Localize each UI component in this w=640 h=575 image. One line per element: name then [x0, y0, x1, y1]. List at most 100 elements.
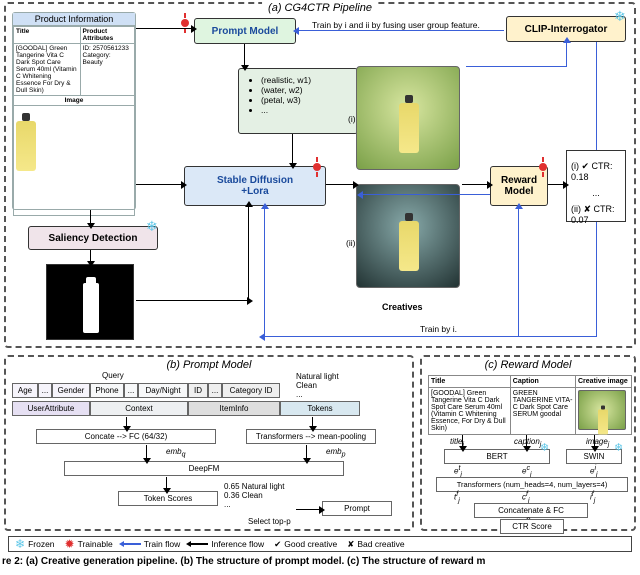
- legend: ❄Frozen ✹Trainable Train flow Inference …: [8, 536, 632, 552]
- panel-c-title: (c) Reward Model: [422, 357, 634, 371]
- creative-ii: [356, 184, 460, 288]
- train-arrow: [566, 42, 567, 67]
- prompt-item: (petal, w3): [261, 95, 347, 105]
- inference-arrow-icon: [190, 543, 208, 545]
- pi-image-cell: [14, 106, 135, 216]
- creative-i: [356, 66, 460, 170]
- legend-train: Train flow: [144, 539, 181, 549]
- arrow: [312, 417, 313, 427]
- pi-attr-cat: Category: Beauty: [83, 52, 132, 66]
- hdr-id: ID: [188, 383, 208, 398]
- c-caption-text: GREEN TANGERINE VITA-C Dark Spot Care SE…: [510, 388, 575, 435]
- creative-ii-tag: (ii): [346, 238, 355, 248]
- hdr-dots: ...: [38, 383, 52, 398]
- group-userattr: UserAttribute: [12, 401, 90, 416]
- select-topp: Select top-p: [248, 517, 291, 526]
- pi-attr-id: ID: 2570561233: [83, 45, 132, 52]
- arrow: [146, 445, 147, 459]
- c-title-text: [GOODAL] Green Tangerine Vita C Dark Spo…: [429, 388, 511, 435]
- pi-image-label: Image: [14, 96, 135, 106]
- group-context: Context: [90, 401, 188, 416]
- train-arrow: [466, 66, 566, 67]
- sun-icon: ✹: [65, 537, 75, 551]
- creative-i-tag: (i): [348, 114, 356, 124]
- sd-label2: +Lora: [241, 186, 269, 197]
- snowflake-icon: ❄: [15, 537, 25, 551]
- arrow: [90, 250, 91, 262]
- c-transformers-box: Transformers (num_heads=4, num_layers=4): [436, 477, 628, 492]
- panel-b-prompt-model: (b) Prompt Model Query Age ... Gender Ph…: [4, 355, 414, 531]
- bottle-icon: [16, 113, 36, 171]
- prompt-item: (water, w2): [261, 85, 347, 95]
- hdr-age: Age: [12, 383, 38, 398]
- hdr-gender: Gender: [52, 383, 90, 398]
- hdr-dots: ...: [124, 383, 138, 398]
- arrow: [166, 477, 167, 489]
- trainable-icon: [310, 160, 324, 174]
- train-arrow: [362, 194, 490, 195]
- reward-label1: Reward: [501, 175, 537, 186]
- pi-col-attr: Product Attributes: [80, 27, 134, 44]
- arrow: [136, 300, 248, 301]
- arrow: [548, 184, 564, 185]
- train-arrow: [298, 30, 504, 31]
- c-col-caption: Caption: [510, 376, 575, 388]
- reward-label2: Model: [505, 186, 534, 197]
- train-arrow: [596, 42, 597, 150]
- hdr-dots: ...: [208, 383, 222, 398]
- prompt-list-box: (realistic, w1) (water, w2) (petal, w3) …: [238, 68, 358, 134]
- snowflake-icon: ❄: [146, 218, 158, 235]
- query-label: Query: [102, 371, 124, 380]
- embp-label: embp: [326, 447, 345, 459]
- arrow: [136, 184, 182, 185]
- c-fi: ifj: [590, 491, 595, 504]
- snowflake-icon: ❄: [614, 441, 623, 454]
- c-ft: tfj: [454, 491, 460, 504]
- legend-inference: Inference flow: [211, 539, 264, 549]
- arrow: [462, 435, 463, 447]
- snowflake-icon: ❄: [540, 441, 549, 454]
- stable-diffusion-box: Stable Diffusion +Lora: [184, 166, 326, 206]
- arrow: [248, 206, 249, 207]
- saliency-mask: [46, 264, 134, 340]
- train-note: Train by i and ii by fusing user group f…: [312, 20, 480, 30]
- train-arrow: [596, 222, 597, 336]
- trainable-icon: [536, 160, 550, 174]
- prompt-box: Prompt: [322, 501, 392, 516]
- train-arrow-icon: [123, 543, 141, 545]
- legend-good: Good creative: [284, 539, 337, 549]
- arrow: [594, 435, 595, 447]
- train-arrow: [264, 336, 597, 337]
- panel-a-pipeline: (a) CG4CTR Pipeline Product Information …: [4, 2, 636, 348]
- arrow: [326, 184, 354, 185]
- score-i: (i) ✔ CTR: 0.18: [571, 161, 621, 182]
- reward-input-table: Title Caption Creative image [GOODAL] Gr…: [428, 375, 632, 435]
- arrow: [136, 28, 192, 29]
- arrow: [526, 435, 527, 447]
- group-tokens: Tokens: [280, 401, 360, 416]
- legend-frozen: Frozen: [28, 539, 54, 549]
- panel-b-title: (b) Prompt Model: [6, 357, 412, 371]
- arrow: [462, 184, 488, 185]
- pi-col-title: Title: [14, 27, 81, 44]
- arrow: [90, 210, 91, 224]
- tok-side: ...: [296, 391, 339, 400]
- c-image: [576, 388, 632, 435]
- arrow: [292, 134, 293, 164]
- prompt-model-box: Prompt Model: [194, 18, 296, 44]
- embq-label: embq: [166, 447, 185, 459]
- hdr-daynight: Day/Night: [138, 383, 188, 398]
- prompt-item: ...: [261, 105, 347, 115]
- pi-title-text: [GOODAL] Green Tangerine Vita C Dark Spo…: [14, 44, 81, 96]
- arrow: [244, 44, 245, 66]
- panel-a-title: (a) CG4CTR Pipeline: [262, 2, 378, 14]
- hdr-catid: Category ID: [222, 383, 280, 398]
- figure-caption: re 2: (a) Creative generation pipeline. …: [2, 556, 485, 567]
- check-icon: ✔: [274, 539, 281, 550]
- saliency-box: Saliency Detection: [28, 226, 158, 250]
- train-arrow: [518, 208, 519, 337]
- train-arrow: [264, 208, 265, 337]
- ctr-score-box: (i) ✔ CTR: 0.18 ... (ii) ✘ CTR: 0.07: [566, 150, 626, 222]
- score-line: ...: [224, 501, 284, 510]
- c-col-image: Creative image: [576, 376, 632, 388]
